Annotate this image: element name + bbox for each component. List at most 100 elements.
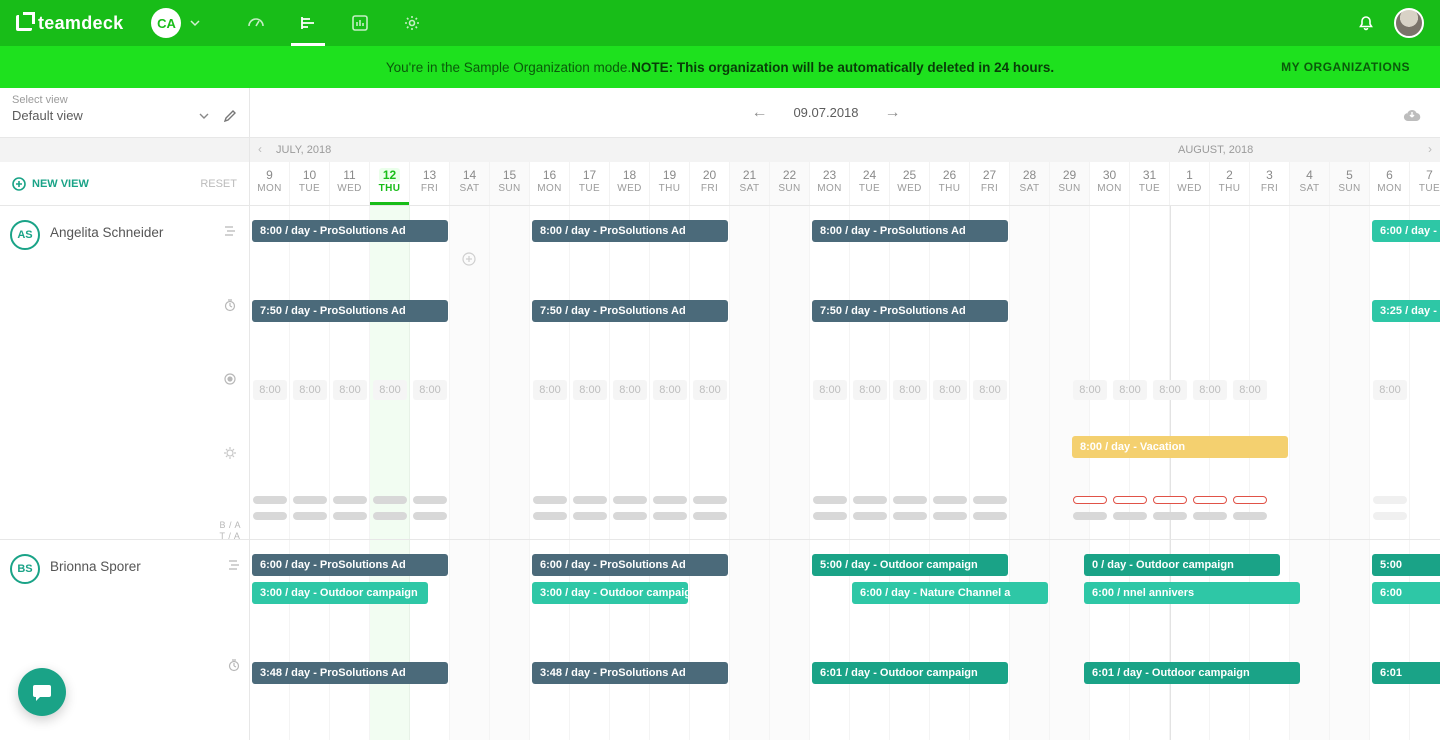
- day-column[interactable]: 3FRI: [1250, 162, 1290, 205]
- current-date[interactable]: 09.07.2018: [793, 105, 858, 120]
- day-column[interactable]: 17TUE: [570, 162, 610, 205]
- day-column[interactable]: 28SAT: [1010, 162, 1050, 205]
- brand-logo[interactable]: teamdeck: [16, 13, 123, 34]
- person-row: AS Angelita Schneider B / AT / A: [0, 206, 249, 540]
- schedule-bar[interactable]: 6:00 / day -: [1372, 220, 1440, 242]
- schedule-bar[interactable]: 3:48 / day - ProSolutions Ad: [252, 662, 448, 684]
- chevron-down-icon[interactable]: [189, 17, 201, 29]
- bell-icon[interactable]: [1356, 13, 1376, 33]
- schedule-bar[interactable]: 6:01: [1372, 662, 1440, 684]
- dashboard-icon[interactable]: [235, 0, 277, 46]
- chat-fab[interactable]: [18, 668, 66, 716]
- schedule-bar[interactable]: 8:00 / day - ProSolutions Ad: [812, 220, 1008, 242]
- schedule-bar[interactable]: 7:50 / day - ProSolutions Ad: [532, 300, 728, 322]
- day-column[interactable]: 14SAT: [450, 162, 490, 205]
- capacity-pill: [853, 512, 887, 520]
- schedule-bar[interactable]: 3:00 / day - Outdoor campaig: [532, 582, 688, 604]
- schedule-bar[interactable]: 3:00 / day - Outdoor campaign: [252, 582, 428, 604]
- day-column[interactable]: 2THU: [1210, 162, 1250, 205]
- download-icon[interactable]: [1402, 103, 1422, 123]
- day-column[interactable]: 22SUN: [770, 162, 810, 205]
- date-next-button[interactable]: →: [885, 104, 901, 122]
- schedule-bar[interactable]: 8:00 / day - ProSolutions Ad: [532, 220, 728, 242]
- chevron-down-icon[interactable]: [199, 111, 209, 121]
- day-column[interactable]: 9MON: [250, 162, 290, 205]
- schedule-bar[interactable]: 7:50 / day - ProSolutions Ad: [252, 300, 448, 322]
- availability-chip: 8:00: [253, 380, 287, 400]
- day-column[interactable]: 11WED: [330, 162, 370, 205]
- my-organizations-link[interactable]: MY ORGANIZATIONS: [1281, 60, 1410, 74]
- day-column[interactable]: 7TUE: [1410, 162, 1440, 205]
- person-name[interactable]: Brionna Sporer: [50, 559, 141, 574]
- schedule-bar[interactable]: 8:00 / day - Vacation: [1072, 436, 1288, 458]
- availability-chip: 8:00: [1153, 380, 1187, 400]
- day-column[interactable]: 20FRI: [690, 162, 730, 205]
- schedule-bar[interactable]: 7:50 / day - ProSolutions Ad: [812, 300, 1008, 322]
- new-view-button[interactable]: NEW VIEW: [12, 177, 89, 191]
- capacity-pill: [613, 512, 647, 520]
- schedule-bar[interactable]: 6:00 / day - Nature Channel a: [852, 582, 1048, 604]
- date-prev-button[interactable]: ←: [751, 104, 767, 122]
- day-column[interactable]: 6MON: [1370, 162, 1410, 205]
- user-avatar[interactable]: [1394, 8, 1424, 38]
- month-next-button[interactable]: ›: [1428, 142, 1432, 156]
- person-name[interactable]: Angelita Schneider: [50, 225, 163, 240]
- view-selector: Select view Default view: [0, 88, 250, 137]
- reset-button[interactable]: RESET: [200, 178, 237, 190]
- schedule-bar[interactable]: 6:00 / nnel annivers: [1084, 582, 1300, 604]
- schedule-bar[interactable]: 5:00 / day - Outdoor campaign: [812, 554, 1008, 576]
- day-column[interactable]: 21SAT: [730, 162, 770, 205]
- person-avatar[interactable]: BS: [10, 554, 40, 584]
- day-column[interactable]: 13FRI: [410, 162, 450, 205]
- note-bar: You're in the Sample Organization mode. …: [0, 46, 1440, 88]
- month-strip: ‹ JULY, 2018 AUGUST, 2018 ›: [250, 138, 1440, 162]
- day-column[interactable]: 24TUE: [850, 162, 890, 205]
- month-prev-button[interactable]: ‹: [258, 142, 262, 156]
- schedule-bar[interactable]: 3:48 / day - ProSolutions Ad: [532, 662, 728, 684]
- schedule-bar[interactable]: 8:00 / day - ProSolutions Ad: [252, 220, 448, 242]
- capacity-pill: [693, 496, 727, 504]
- row-type-icons: [227, 554, 241, 672]
- day-column[interactable]: 5SUN: [1330, 162, 1370, 205]
- org-badge[interactable]: CA: [151, 8, 181, 38]
- schedule-bar[interactable]: 0 / day - Outdoor campaign: [1084, 554, 1280, 576]
- day-column[interactable]: 26THU: [930, 162, 970, 205]
- day-column[interactable]: 19THU: [650, 162, 690, 205]
- day-column[interactable]: 1WED: [1170, 162, 1210, 205]
- day-column[interactable]: 16MON: [530, 162, 570, 205]
- schedule-bar[interactable]: 6:01 / day - Outdoor campaign: [1084, 662, 1300, 684]
- capacity-pill: [533, 512, 567, 520]
- timeline[interactable]: 8:00 / day - ProSolutions Ad 8:00 / day -…: [250, 206, 1440, 740]
- day-column[interactable]: 31TUE: [1130, 162, 1170, 205]
- settings-icon[interactable]: [391, 0, 433, 46]
- schedule-bar[interactable]: 6:01 / day - Outdoor campaign: [812, 662, 1008, 684]
- day-column[interactable]: 29SUN: [1050, 162, 1090, 205]
- add-booking-button[interactable]: [462, 252, 476, 266]
- day-column[interactable]: 23MON: [810, 162, 850, 205]
- day-column[interactable]: 4SAT: [1290, 162, 1330, 205]
- schedule-bar[interactable]: 3:25 / day -: [1372, 300, 1440, 322]
- schedule-bar[interactable]: 6:00 / day - ProSolutions Ad: [252, 554, 448, 576]
- day-column[interactable]: 10TUE: [290, 162, 330, 205]
- capacity-pill: [1233, 512, 1267, 520]
- date-navigator: ← 09.07.2018 →: [250, 104, 1402, 122]
- day-column[interactable]: 30MON: [1090, 162, 1130, 205]
- availability-chip: 8:00: [1233, 380, 1267, 400]
- days-header: 9MON10TUE11WED12THU13FRI14SAT15SUN16MON1…: [250, 162, 1440, 206]
- capacity-pill: [813, 496, 847, 504]
- schedule-bar[interactable]: 6:00 / day - ProSolutions Ad: [532, 554, 728, 576]
- day-column[interactable]: 12THU: [370, 162, 410, 205]
- day-column[interactable]: 27FRI: [970, 162, 1010, 205]
- day-column[interactable]: 25WED: [890, 162, 930, 205]
- schedule-bar[interactable]: 6:00: [1372, 582, 1440, 604]
- day-column[interactable]: 18WED: [610, 162, 650, 205]
- person-avatar[interactable]: AS: [10, 220, 40, 250]
- schedule-icon[interactable]: [287, 0, 329, 46]
- schedule-bar[interactable]: 5:00: [1372, 554, 1440, 576]
- ba-label: B / AT / A: [219, 520, 241, 542]
- day-column[interactable]: 15SUN: [490, 162, 530, 205]
- current-view-name[interactable]: Default view: [12, 108, 83, 123]
- capacity-pill: [413, 512, 447, 520]
- reports-icon[interactable]: [339, 0, 381, 46]
- edit-icon[interactable]: [223, 109, 237, 123]
